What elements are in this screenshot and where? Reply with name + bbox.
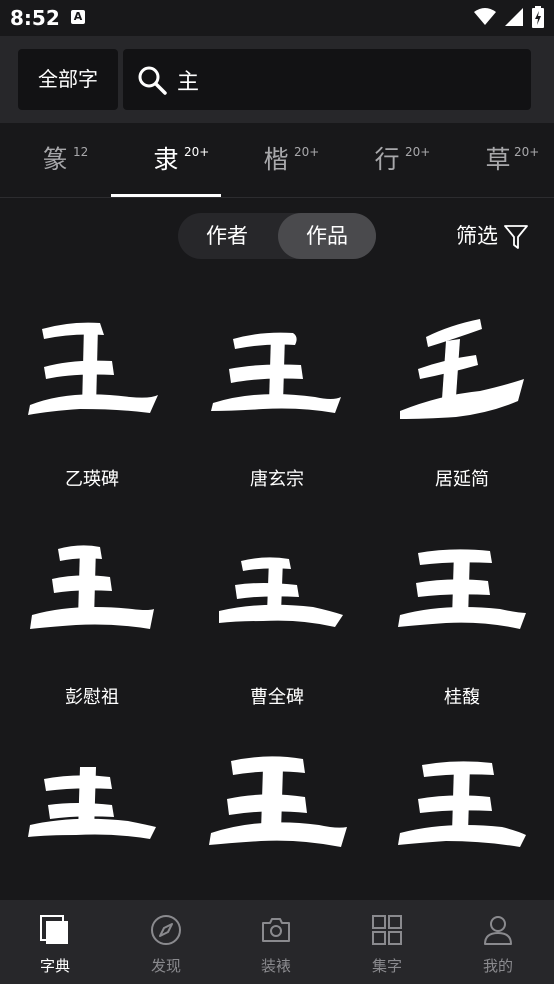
- signal-icon: [504, 8, 523, 26]
- result-source-label: 桂馥: [444, 687, 480, 708]
- dictionary-icon: [40, 915, 68, 944]
- works-toggle-button[interactable]: 作品: [278, 213, 376, 259]
- result-source-label: 彭慰祖: [65, 687, 119, 708]
- script-style-tabs: 篆 12 隶 20+ 楷 20+ 行 20+ 草 20+: [0, 123, 554, 198]
- calligraphy-glyph-image: [0, 721, 184, 871]
- tab-label: 隶: [153, 145, 179, 174]
- tab-count: 20+: [184, 145, 210, 159]
- scope-selector-button[interactable]: 全部字: [18, 49, 118, 110]
- result-card[interactable]: 居延简: [370, 285, 554, 503]
- search-header: 全部字: [0, 36, 554, 123]
- calligraphy-glyph-image: [370, 285, 554, 435]
- tab-count: 20+: [405, 145, 431, 159]
- result-source-label: 曹全碑: [250, 687, 304, 708]
- wifi-icon: [473, 8, 496, 25]
- camera-icon: [262, 918, 290, 942]
- filter-label: 筛选: [456, 224, 498, 248]
- nav-discover[interactable]: 发现: [111, 900, 221, 984]
- author-toggle-button[interactable]: 作者: [178, 213, 276, 259]
- search-input[interactable]: [177, 49, 517, 110]
- compass-icon: [151, 915, 181, 945]
- nav-label: 我的: [482, 957, 513, 975]
- calligraphy-glyph-image: [0, 285, 184, 435]
- nav-label: 发现: [150, 957, 181, 975]
- calligraphy-glyph-image: [0, 503, 184, 653]
- tab-running-script[interactable]: 行 20+: [332, 123, 442, 197]
- nav-mounting[interactable]: 装裱: [221, 900, 331, 984]
- result-source-label: 唐玄宗: [250, 469, 304, 490]
- nav-collect-characters[interactable]: 集字: [332, 900, 442, 984]
- search-box[interactable]: [123, 49, 531, 110]
- calligraphy-glyph-image: [185, 721, 369, 871]
- tab-cursive-script[interactable]: 草 20+: [443, 123, 553, 197]
- result-source-label: 乙瑛碑: [65, 469, 119, 490]
- nav-label: 集字: [371, 957, 402, 975]
- search-icon: [138, 66, 167, 95]
- bottom-navigation: 字典 发现 装裱 集字 我的: [0, 900, 554, 984]
- status-icons: [470, 6, 544, 28]
- tab-label: 行: [374, 145, 400, 174]
- tab-label: 草: [485, 145, 511, 174]
- tab-count: 12: [73, 145, 89, 159]
- tab-label: 篆: [42, 145, 68, 174]
- result-source-label: 居延简: [435, 469, 489, 490]
- result-card[interactable]: 乙瑛碑: [0, 285, 184, 503]
- result-card[interactable]: 彭慰祖: [0, 503, 184, 721]
- tab-clerical-script[interactable]: 隶 20+: [111, 123, 221, 197]
- nav-dictionary[interactable]: 字典: [0, 900, 110, 984]
- filter-icon: [504, 225, 528, 249]
- filter-button[interactable]: 筛选: [456, 220, 528, 254]
- calligraphy-glyph-image: [370, 503, 554, 653]
- tab-count: 20+: [294, 145, 320, 159]
- battery-icon: [532, 6, 544, 28]
- nav-label: 字典: [39, 957, 70, 975]
- nav-label: 装裱: [260, 957, 291, 975]
- grid-icon: [372, 915, 402, 945]
- result-card[interactable]: 桂馥: [370, 503, 554, 721]
- tab-count: 20+: [514, 145, 540, 159]
- tab-regular-script[interactable]: 楷 20+: [221, 123, 331, 197]
- notification-icon: A: [71, 10, 85, 24]
- status-time: 8:52: [10, 6, 60, 30]
- calligraphy-glyph-image: [185, 285, 369, 435]
- tab-seal-script[interactable]: 篆 12: [0, 123, 110, 197]
- nav-profile[interactable]: 我的: [443, 900, 553, 984]
- calligraphy-glyph-image: [185, 503, 369, 653]
- author-works-toggle: 作者 作品: [178, 213, 376, 259]
- result-card[interactable]: 唐玄宗: [185, 285, 369, 503]
- person-icon: [484, 916, 512, 945]
- result-card[interactable]: 曹全碑: [185, 503, 369, 721]
- status-bar: 8:52 A: [0, 0, 554, 36]
- calligraphy-glyph-image: [370, 721, 554, 871]
- tab-label: 楷: [263, 145, 289, 174]
